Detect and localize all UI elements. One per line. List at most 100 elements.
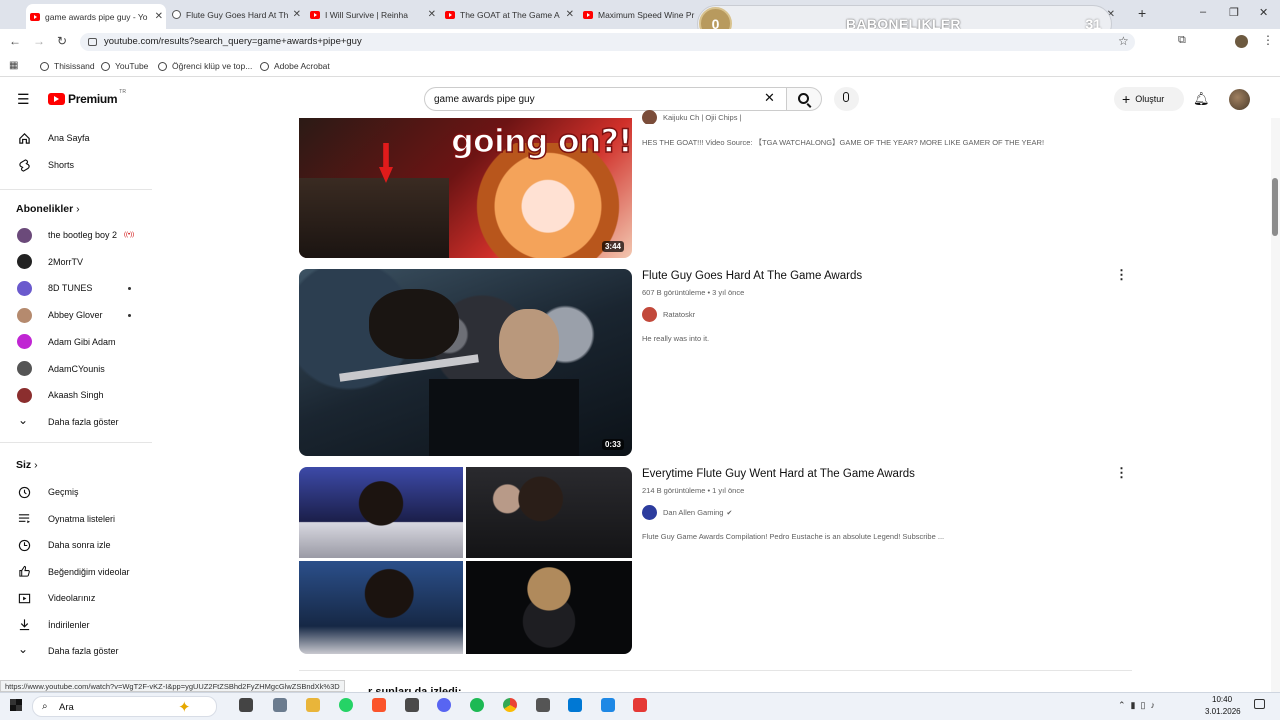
clock-time[interactable]: 10:40: [1212, 695, 1232, 704]
bookmark-star-icon[interactable]: ☆: [1118, 34, 1129, 48]
maximize-button[interactable]: ❐: [1229, 6, 1239, 19]
more-actions-icon[interactable]: ⋮: [1115, 267, 1128, 283]
video-channel[interactable]: Dan Allen Gaming ✔: [642, 505, 732, 520]
like-icon: [19, 565, 30, 577]
you-show-more[interactable]: ⌄ Daha fazla göster: [0, 638, 152, 664]
sidebar-subscription[interactable]: AdamCYounis: [0, 356, 152, 382]
apps-grid-icon[interactable]: ▦: [9, 60, 18, 71]
clock-icon: [18, 539, 31, 551]
spotify-icon[interactable]: [470, 698, 484, 712]
close-tab-icon[interactable]: ✕: [428, 9, 436, 20]
close-tab-icon[interactable]: ✕: [566, 9, 574, 20]
discord-icon[interactable]: [437, 698, 451, 712]
subscriptions-show-more[interactable]: ⌄ Daha fazla göster: [0, 409, 152, 435]
browser-tab[interactable]: The GOAT at The Game A ✕: [441, 4, 577, 25]
globe-icon: [158, 61, 167, 71]
whatsapp-icon[interactable]: [339, 698, 353, 712]
search-input[interactable]: game awards pipe guy: [424, 87, 786, 111]
sidebar-item-history[interactable]: Geçmiş: [0, 479, 152, 505]
create-button[interactable]: + Oluştur: [1114, 87, 1184, 111]
vscode-icon[interactable]: [568, 698, 582, 712]
taskbar-search[interactable]: ⌕ Ara ✦: [32, 696, 217, 717]
sidebar-subscription[interactable]: Adam Gibi Adam: [0, 329, 152, 355]
file-manager-icon[interactable]: [273, 698, 287, 712]
profile-avatar[interactable]: [1235, 35, 1248, 48]
sidebar-subscription[interactable]: Abbey Glover: [0, 302, 152, 328]
bookmark-ogrenci[interactable]: Öğrenci klüp ve top...: [158, 61, 252, 71]
sidebar-item-shorts[interactable]: Shorts: [0, 152, 152, 178]
settings-icon[interactable]: [536, 698, 550, 712]
notification-center-icon[interactable]: [1254, 699, 1265, 709]
minimize-button[interactable]: –: [1200, 6, 1206, 18]
video-thumbnail[interactable]: going on?! 3:44: [299, 118, 632, 258]
forward-icon[interactable]: →: [33, 34, 45, 48]
video-thumbnail[interactable]: 0:33: [299, 269, 632, 456]
task-view-icon[interactable]: [239, 698, 253, 712]
close-window-button[interactable]: ✕: [1259, 6, 1268, 19]
voice-search-button[interactable]: [834, 87, 859, 111]
clear-search-icon[interactable]: ✕: [764, 90, 775, 106]
video-channel[interactable]: Kaijuku Ch | Ojii Chips |: [642, 110, 742, 124]
browser-menu-icon[interactable]: ⋮: [1262, 33, 1274, 47]
video-meta: 607 B görüntüleme • 3 yıl önce: [642, 288, 745, 297]
bookmark-thisissand[interactable]: Thisissand: [40, 61, 95, 71]
channel-avatar: [17, 334, 32, 350]
results-divider: [299, 670, 1132, 671]
history-icon: [18, 486, 31, 498]
sidebar-item-video[interactable]: Videolarınız: [0, 585, 152, 611]
sidebar-subscription[interactable]: the bootleg boy 2 ((•)): [0, 222, 152, 248]
close-tab-icon[interactable]: ✕: [293, 9, 301, 20]
video-duration: 0:33: [601, 439, 624, 450]
search-button[interactable]: [786, 87, 822, 111]
chrome-icon[interactable]: [503, 698, 517, 712]
close-tab-icon[interactable]: ✕: [155, 11, 163, 22]
scrollbar-thumb[interactable]: [1272, 178, 1278, 236]
clock-date[interactable]: 3.01.2026: [1205, 707, 1241, 716]
sidebar-subscription[interactable]: 2MorrTV: [0, 249, 152, 275]
channel-avatar: [17, 361, 32, 376]
extensions-icon[interactable]: ⧉: [1178, 34, 1186, 47]
sidebar-subscription[interactable]: 8D TUNES: [0, 275, 152, 301]
sidebar-item-download[interactable]: İndirilenler: [0, 612, 152, 638]
page-scrollbar[interactable]: [1271, 118, 1280, 692]
app-icon[interactable]: [633, 698, 647, 712]
sidebar-subscription[interactable]: Akaash Singh: [0, 382, 152, 408]
browser-tab[interactable]: I Will Survive | Reinha ✕: [306, 4, 439, 25]
shorts-icon: [19, 158, 30, 172]
channel-avatar: [17, 280, 32, 296]
video-thumbnail[interactable]: [299, 467, 632, 654]
youtube-icon: [30, 12, 40, 21]
sidebar-item-like[interactable]: Beğendiğim videolar: [0, 559, 152, 585]
subscriptions-heading[interactable]: Abonelikler ›: [16, 203, 80, 215]
brave-icon[interactable]: [372, 698, 386, 712]
notifications-bell-icon[interactable]: 🔔︎: [1193, 91, 1210, 107]
sidebar-item-home[interactable]: Ana Sayfa: [0, 125, 152, 151]
tray-icons[interactable]: ⌃▮▯♪: [1118, 700, 1160, 711]
back-icon[interactable]: ←: [9, 34, 21, 48]
browser-tab[interactable]: game awards pipe guy - Yo ✕: [26, 4, 166, 29]
sidebar-item-playlist[interactable]: Oynatma listeleri: [0, 506, 152, 532]
app-icon[interactable]: [405, 698, 419, 712]
more-actions-icon[interactable]: ⋮: [1115, 465, 1128, 481]
sidebar-item-clock[interactable]: Daha sonra izle: [0, 532, 152, 558]
folder-icon[interactable]: [306, 698, 320, 712]
new-tab-button[interactable]: +: [1138, 5, 1146, 21]
video-title[interactable]: Flute Guy Goes Hard At The Game Awards: [642, 270, 862, 282]
you-heading[interactable]: Siz ›: [16, 459, 38, 471]
bookmark-adobe-acrobat[interactable]: Adobe Acrobat: [260, 61, 330, 71]
site-info-icon[interactable]: [88, 38, 97, 46]
address-bar[interactable]: youtube.com/results?search_query=game+aw…: [80, 33, 1135, 51]
video-channel[interactable]: Ratatoskr: [642, 307, 695, 322]
youtube-logo[interactable]: Premium TR: [48, 89, 126, 106]
search-icon: ⌕: [42, 701, 48, 712]
hamburger-menu-icon[interactable]: ☰: [17, 91, 30, 108]
bookmark-youtube[interactable]: YouTube: [101, 61, 148, 71]
browser-tab[interactable]: Flute Guy Goes Hard At Th ✕: [168, 4, 304, 25]
reload-icon[interactable]: ↻: [57, 34, 67, 48]
app-icon[interactable]: [601, 698, 615, 712]
video-title[interactable]: Everytime Flute Guy Went Hard at The Gam…: [642, 468, 915, 480]
url-text: youtube.com/results?search_query=game+aw…: [104, 36, 362, 47]
account-avatar[interactable]: [1229, 89, 1250, 110]
windows-start-icon[interactable]: [10, 699, 22, 711]
youtube-play-icon: [48, 93, 65, 105]
